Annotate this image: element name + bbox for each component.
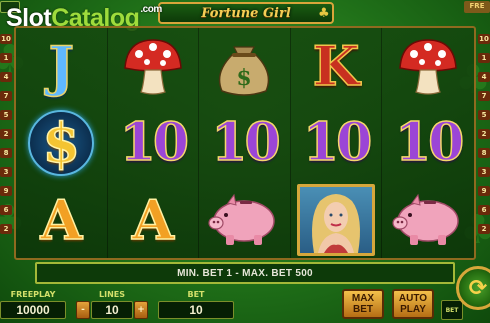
auto-play-line1: AUTO [398,293,428,304]
reel-cell [382,181,474,258]
reel-cell [291,181,382,258]
reel-1: J $ A [16,28,108,258]
dollar-sign: $ [42,110,81,176]
payline-marker[interactable]: 4 [478,72,490,82]
payline-marker[interactable]: 1 [478,53,490,63]
payline-marker[interactable]: 2 [0,129,12,139]
reel-cell: A [108,181,199,258]
freeplay-value: 10000 [0,301,66,319]
reel-cell: K [291,28,382,105]
auto-play-line2: PLAY [400,304,426,315]
payline-marker[interactable]: 7 [478,91,490,101]
mushroom-icon [399,39,457,95]
reel-2: 10 A [108,28,200,258]
fortune-girl-symbol [297,183,376,256]
payline-marker[interactable]: 2 [478,129,490,139]
reels-frame: J $ A 10 A $ 10 K 10 10 [14,26,476,260]
lines-value: 10 [91,301,133,319]
bet-small-button[interactable]: BET [441,300,463,320]
payline-marker[interactable]: 5 [0,110,12,120]
symbol-a: A [40,187,83,252]
game-title: Fortune Girl [201,5,291,21]
bet-panel: BET 10 [158,290,234,320]
mushroom-icon [124,39,182,95]
clover-icon: ♣ [318,6,330,21]
watermark-part-3: .com [140,4,162,15]
fortune-girl-icon [312,193,361,253]
reel-cell: 10 [108,105,199,182]
reel-cell: $ [16,105,107,182]
payline-marker[interactable]: 3 [0,167,12,177]
dollar-symbol: $ [28,109,95,176]
max-bet-line1: MAX [351,293,375,304]
reel-cell: A [16,181,107,258]
game-title-plate: Fortune Girl [158,2,334,24]
payline-marker[interactable]: 2 [0,224,12,234]
symbol-ten: 10 [211,111,282,173]
payline-marker[interactable]: 8 [0,148,12,158]
payline-marker[interactable]: 6 [0,205,12,215]
symbol-ten: 10 [119,111,190,173]
freeplay-panel: FREEPLAY 10000 [0,290,66,320]
reel-3: $ 10 [199,28,291,258]
lines-panel: LINES - 10 + [76,290,148,320]
payline-marker[interactable]: 10 [478,34,490,44]
svg-text:$: $ [237,65,252,91]
lines-increase-button[interactable]: + [134,301,148,319]
payline-markers-left: 10 1 4 7 5 2 8 3 9 6 2 [0,34,12,243]
reel-cell: J [16,28,107,105]
auto-play-button[interactable]: AUTO PLAY [392,289,434,319]
payline-marker[interactable]: 2 [478,224,490,234]
piggy-bank-icon [392,193,459,245]
bet-info-bar: MIN. BET 1 - MAX. BET 500 [35,262,455,284]
symbol-a: A [131,187,174,252]
payline-marker[interactable]: 3 [478,167,490,177]
symbol-k: K [312,34,360,99]
reel-cell: $ [199,28,290,105]
bet-value[interactable]: 10 [158,301,234,319]
lines-decrease-button[interactable]: - [76,301,90,319]
reel-cell: 10 [382,105,474,182]
payline-marker[interactable]: 9 [0,186,12,196]
piggy-bank-icon [208,193,276,245]
reel-5: 10 [382,28,474,258]
reel-cell: 10 [199,105,290,182]
payline-marker[interactable]: 9 [478,186,490,196]
freespins-tag: FRE [464,1,490,13]
symbol-j: J [48,34,75,99]
bet-limits-text: MIN. BET 1 - MAX. BET 500 [177,267,313,279]
symbol-ten: 10 [302,111,373,173]
payline-marker[interactable]: 7 [0,91,12,101]
money-bag-icon: $ [219,46,270,97]
bet-label: BET [187,290,205,299]
payline-marker[interactable]: 10 [0,34,12,44]
payline-marker[interactable]: 8 [478,148,490,158]
payline-marker[interactable]: 4 [0,72,12,82]
max-bet-line2: BET [353,304,373,315]
lines-label: LINES [99,290,125,299]
reel-cell: 10 [291,105,382,182]
max-bet-button[interactable]: MAX BET [342,289,384,319]
symbol-ten: 10 [394,111,465,173]
spin-arrows-icon: ⟳ [468,275,488,301]
payline-marker[interactable]: 6 [478,205,490,215]
reel-cell [382,28,474,105]
reel-4: K 10 [291,28,383,258]
reel-cell [199,181,290,258]
freeplay-label: FREEPLAY [10,290,56,299]
reel-cell [108,28,199,105]
payline-markers-right: 10 1 4 7 5 2 8 3 9 6 2 [478,34,490,243]
payline-marker[interactable]: 1 [0,53,12,63]
payline-marker[interactable]: 5 [478,110,490,120]
